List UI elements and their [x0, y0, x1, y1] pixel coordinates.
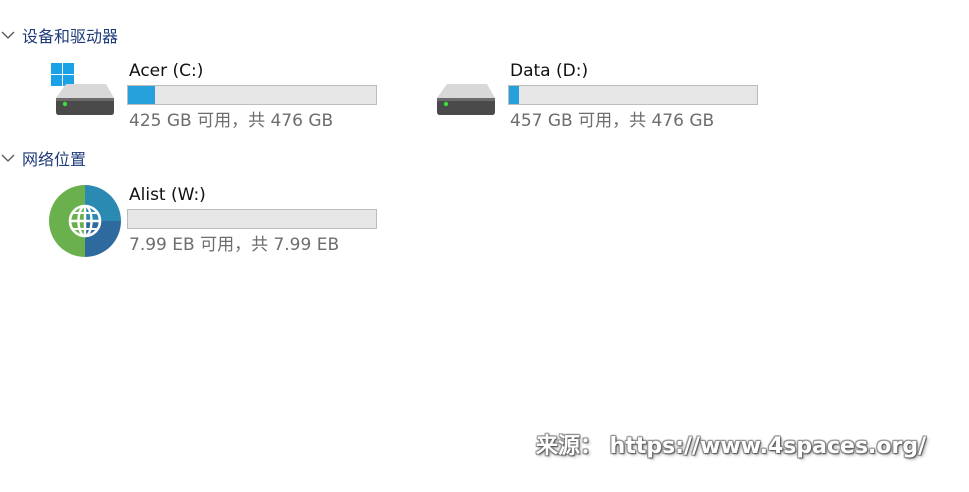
group-header-devices[interactable]: 设备和驱动器: [0, 24, 118, 46]
group-header-network[interactable]: 网络位置: [0, 147, 86, 169]
drive-item-w[interactable]: Alist (W:) 7.99 EB 可用，共 7.99 EB: [48, 184, 408, 260]
drive-space-info: 425 GB 可用，共 476 GB: [129, 111, 334, 131]
hard-drive-icon: [437, 84, 495, 115]
drive-item-c[interactable]: Acer (C:) 425 GB 可用，共 476 GB: [48, 60, 408, 136]
chevron-down-icon[interactable]: [0, 27, 16, 43]
chevron-down-icon[interactable]: [0, 150, 16, 166]
drive-name: Acer (C:): [129, 61, 204, 81]
windows-drive-icon: [51, 63, 114, 115]
usage-bar-fill: [128, 86, 155, 104]
watermark: 来源： https://www.4spaces.org/: [536, 434, 927, 459]
drive-space-info: 457 GB 可用，共 476 GB: [510, 111, 715, 131]
drive-name: Alist (W:): [129, 185, 206, 205]
usage-bar: [127, 209, 377, 229]
group-title: 设备和驱动器: [22, 27, 119, 46]
usage-bar: [127, 85, 377, 105]
network-globe-icon: [49, 185, 121, 257]
usage-bar-fill: [509, 86, 519, 104]
usage-bar: [508, 85, 758, 105]
drive-space-info: 7.99 EB 可用，共 7.99 EB: [129, 235, 340, 255]
group-title: 网络位置: [22, 150, 87, 169]
drive-name: Data (D:): [510, 61, 589, 81]
drive-item-d[interactable]: Data (D:) 457 GB 可用，共 476 GB: [429, 60, 789, 136]
